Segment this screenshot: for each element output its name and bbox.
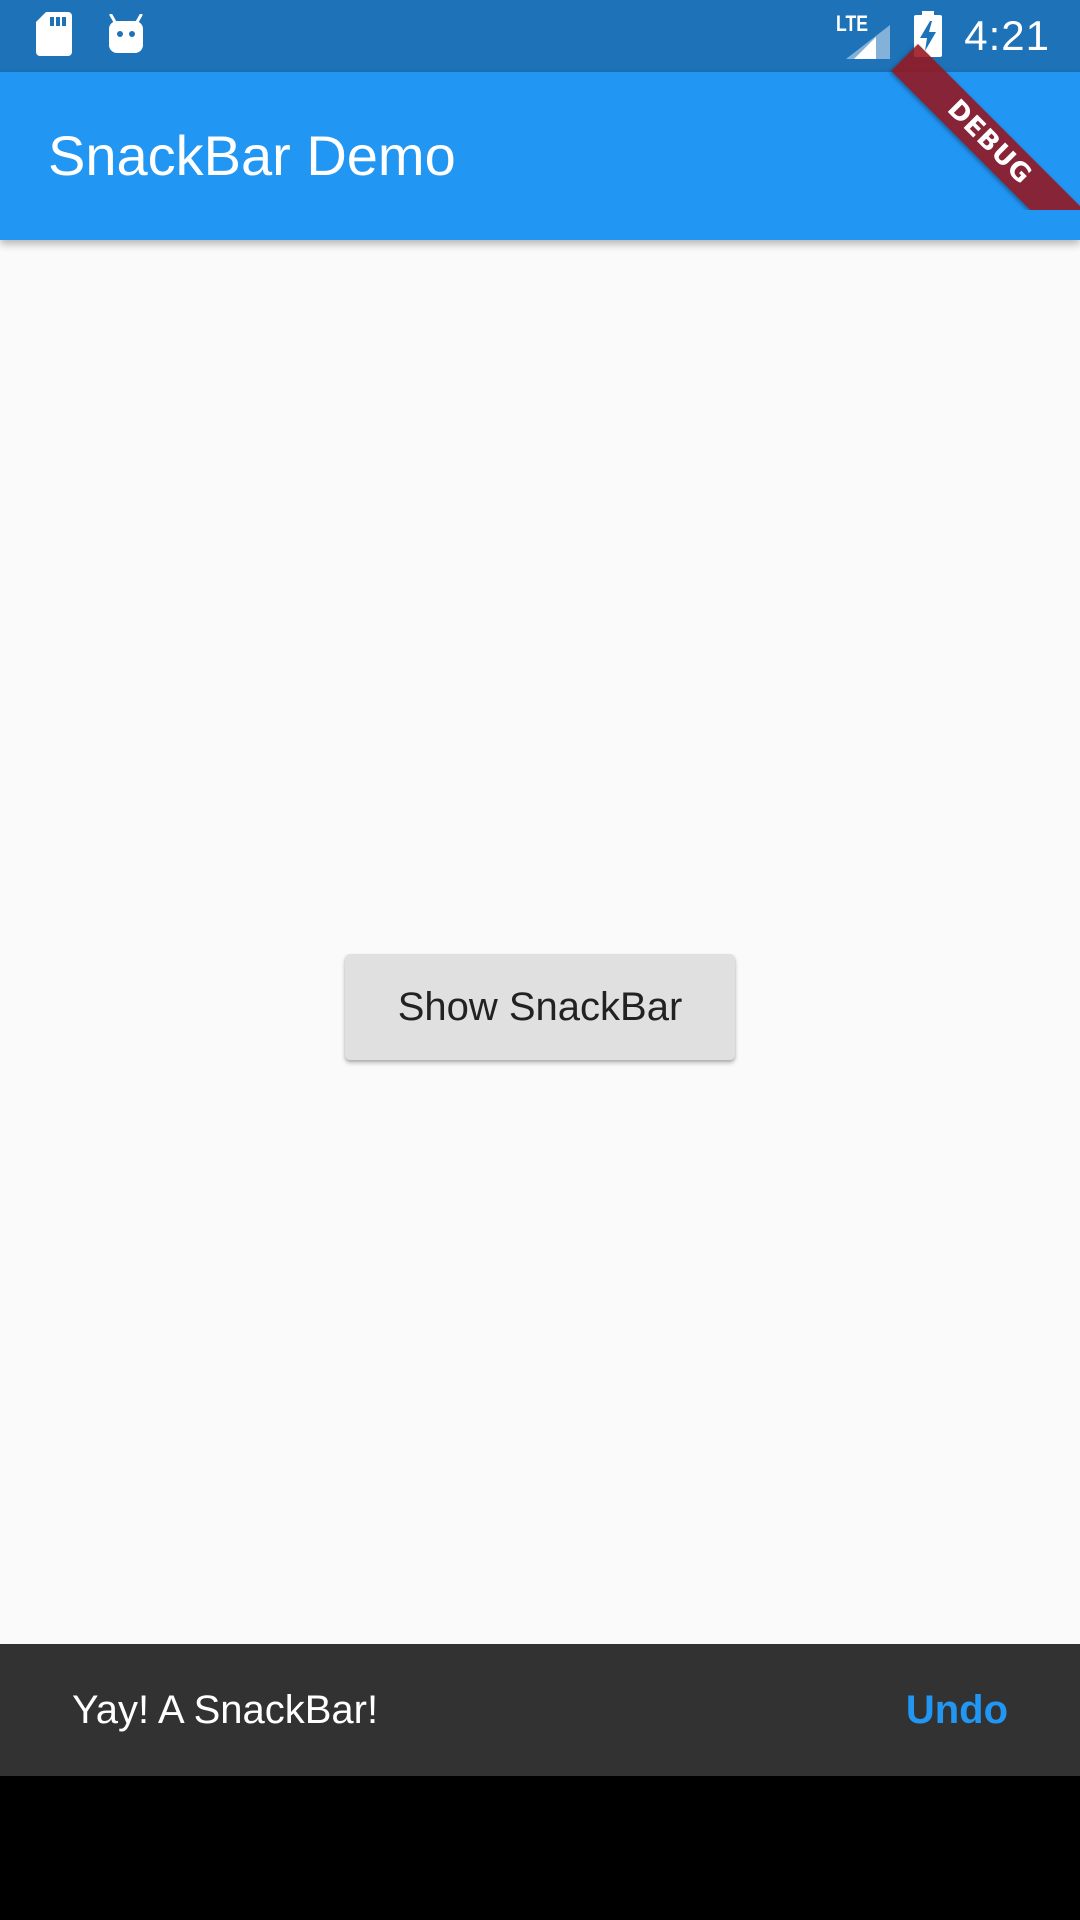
status-bar: LTE 4:21 [0,0,1080,72]
snackbar-undo-button[interactable]: Undo [906,1644,1008,1776]
app-bar-title: SnackBar Demo [48,124,456,187]
show-snackbar-button[interactable]: Show SnackBar [345,954,735,1060]
battery-charging-icon [914,10,943,62]
sd-card-icon [36,11,72,61]
status-notification-icons [36,11,144,61]
main-content: Show SnackBar [0,240,1080,1644]
snackbar-message: Yay! A SnackBar! [72,1688,379,1732]
lte-signal-icon: LTE [836,13,892,59]
snackbar: Yay! A SnackBar! Undo [0,1644,1080,1776]
status-time: 4:21 [964,12,1050,59]
bottom-black-area [0,1776,1080,1920]
app-screen: LTE 4:21 SnackBar Demo Show SnackBar Yay… [0,0,1080,1920]
status-system-icons: LTE 4:21 [836,10,1050,62]
android-icon [108,13,144,59]
app-bar: SnackBar Demo [0,72,1080,240]
